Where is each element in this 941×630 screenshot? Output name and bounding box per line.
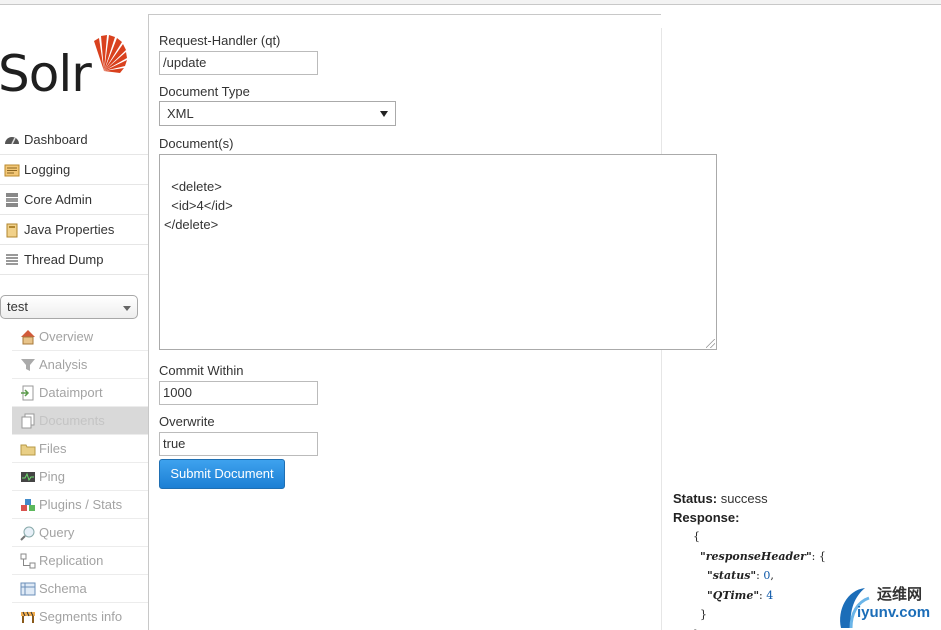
core-nav-label: Documents bbox=[39, 412, 105, 428]
solr-logo[interactable]: Solr bbox=[0, 33, 140, 113]
core-nav-label: Schema bbox=[39, 580, 87, 596]
sidebar: Solr Dashboard Logging Core Admin Java P… bbox=[0, 5, 148, 630]
core-nav-item-files[interactable]: Files bbox=[12, 435, 148, 463]
nav-item-thread-dump[interactable]: Thread Dump bbox=[0, 245, 148, 275]
document-type-value: XML bbox=[167, 106, 194, 121]
logging-icon bbox=[4, 164, 20, 176]
core-nav: Overview Analysis Dataimport Documents F… bbox=[12, 323, 148, 630]
overwrite-input[interactable]: true bbox=[159, 432, 318, 456]
magnifier-icon bbox=[20, 526, 35, 541]
core-admin-icon bbox=[6, 192, 18, 207]
request-handler-label: Request-Handler (qt) bbox=[159, 33, 281, 48]
main-nav: Dashboard Logging Core Admin Java Proper… bbox=[0, 125, 148, 275]
nav-label: Dashboard bbox=[24, 131, 88, 147]
chevron-down-icon bbox=[123, 306, 131, 311]
chevron-down-icon bbox=[380, 111, 388, 117]
plugins-icon bbox=[21, 498, 35, 511]
core-nav-label: Overview bbox=[39, 328, 94, 344]
core-nav-item-segments-info[interactable]: Segments info bbox=[12, 603, 148, 630]
documents-icon bbox=[21, 413, 35, 428]
nav-label: Java Properties bbox=[24, 221, 115, 237]
core-nav-item-schema[interactable]: Schema bbox=[12, 575, 148, 603]
request-handler-input[interactable]: /update bbox=[159, 51, 318, 75]
documents-label: Document(s) bbox=[159, 136, 234, 151]
solr-sunburst-icon bbox=[94, 35, 127, 73]
watermark-en: iyunv.com bbox=[857, 604, 931, 621]
nav-label: Core Admin bbox=[24, 191, 92, 207]
replication-icon bbox=[20, 553, 36, 568]
core-nav-label: Replication bbox=[39, 552, 104, 568]
thread-dump-icon bbox=[6, 253, 18, 265]
nav-label: Logging bbox=[24, 161, 71, 177]
core-nav-label: Plugins / Stats bbox=[39, 496, 123, 512]
response-json: { "responseHeader": { "status": 0, "QTim… bbox=[693, 527, 826, 630]
json-number: 4 bbox=[766, 588, 774, 602]
dataimport-icon bbox=[21, 385, 34, 400]
dashboard-icon bbox=[5, 136, 19, 144]
document-type-label: Document Type bbox=[159, 84, 250, 99]
logo-text: Solr bbox=[0, 45, 92, 103]
json-key: "status" bbox=[707, 569, 757, 582]
core-selector[interactable]: test bbox=[0, 295, 138, 319]
core-selector-value: test bbox=[7, 299, 28, 314]
core-nav-item-dataimport[interactable]: Dataimport bbox=[12, 379, 148, 407]
core-nav-label: Ping bbox=[39, 468, 66, 484]
nav-item-java-properties[interactable]: Java Properties bbox=[0, 215, 148, 245]
commit-within-input[interactable]: 1000 bbox=[159, 381, 318, 405]
nav-item-core-admin[interactable]: Core Admin bbox=[0, 185, 148, 215]
core-nav-item-ping[interactable]: Ping bbox=[12, 463, 148, 491]
json-number: 0 bbox=[763, 569, 771, 582]
ping-icon bbox=[21, 471, 35, 482]
commit-within-label: Commit Within bbox=[159, 363, 244, 378]
nav-label: Thread Dump bbox=[24, 251, 104, 267]
core-nav-item-plugins-stats[interactable]: Plugins / Stats bbox=[12, 491, 148, 519]
home-icon bbox=[21, 329, 35, 344]
status-label: Status: bbox=[673, 491, 718, 506]
json-key: "responseHeader" bbox=[700, 549, 812, 563]
core-nav-label: Segments info bbox=[39, 608, 123, 624]
folder-icon bbox=[20, 444, 36, 455]
documents-text: <delete> <id>4</id> </delete> bbox=[164, 179, 233, 232]
core-nav-item-analysis[interactable]: Analysis bbox=[12, 351, 148, 379]
response-panel: Status: success Response: bbox=[673, 489, 768, 527]
watermark-cn: 运维网 bbox=[877, 586, 923, 603]
document-type-select[interactable]: XML bbox=[159, 101, 396, 126]
resize-grip-icon[interactable] bbox=[706, 339, 715, 348]
submit-document-button[interactable]: Submit Document bbox=[159, 459, 285, 489]
nav-item-logging[interactable]: Logging bbox=[0, 155, 148, 185]
core-nav-item-overview[interactable]: Overview bbox=[12, 323, 148, 351]
schema-icon bbox=[20, 582, 36, 595]
segments-icon bbox=[21, 611, 35, 623]
overwrite-label: Overwrite bbox=[159, 414, 215, 429]
core-nav-label: Analysis bbox=[39, 356, 88, 372]
core-nav-label: Query bbox=[39, 524, 75, 540]
java-properties-icon bbox=[6, 223, 18, 237]
status-value: success bbox=[720, 491, 768, 506]
core-nav-item-query[interactable]: Query bbox=[12, 519, 148, 547]
core-nav-label: Dataimport bbox=[39, 384, 103, 400]
json-brace: { bbox=[693, 530, 700, 543]
core-nav-item-documents[interactable]: Documents bbox=[12, 407, 148, 435]
core-nav-item-replication[interactable]: Replication bbox=[12, 547, 148, 575]
response-label: Response: bbox=[673, 510, 740, 525]
nav-item-dashboard[interactable]: Dashboard bbox=[0, 125, 148, 155]
funnel-icon bbox=[21, 358, 35, 371]
json-punct: : { bbox=[811, 549, 826, 563]
documents-textarea[interactable]: <delete> <id>4</id> </delete> bbox=[159, 154, 717, 350]
json-brace: } bbox=[700, 608, 707, 621]
json-key: "QTime" bbox=[707, 588, 760, 602]
core-nav-label: Files bbox=[39, 440, 67, 456]
